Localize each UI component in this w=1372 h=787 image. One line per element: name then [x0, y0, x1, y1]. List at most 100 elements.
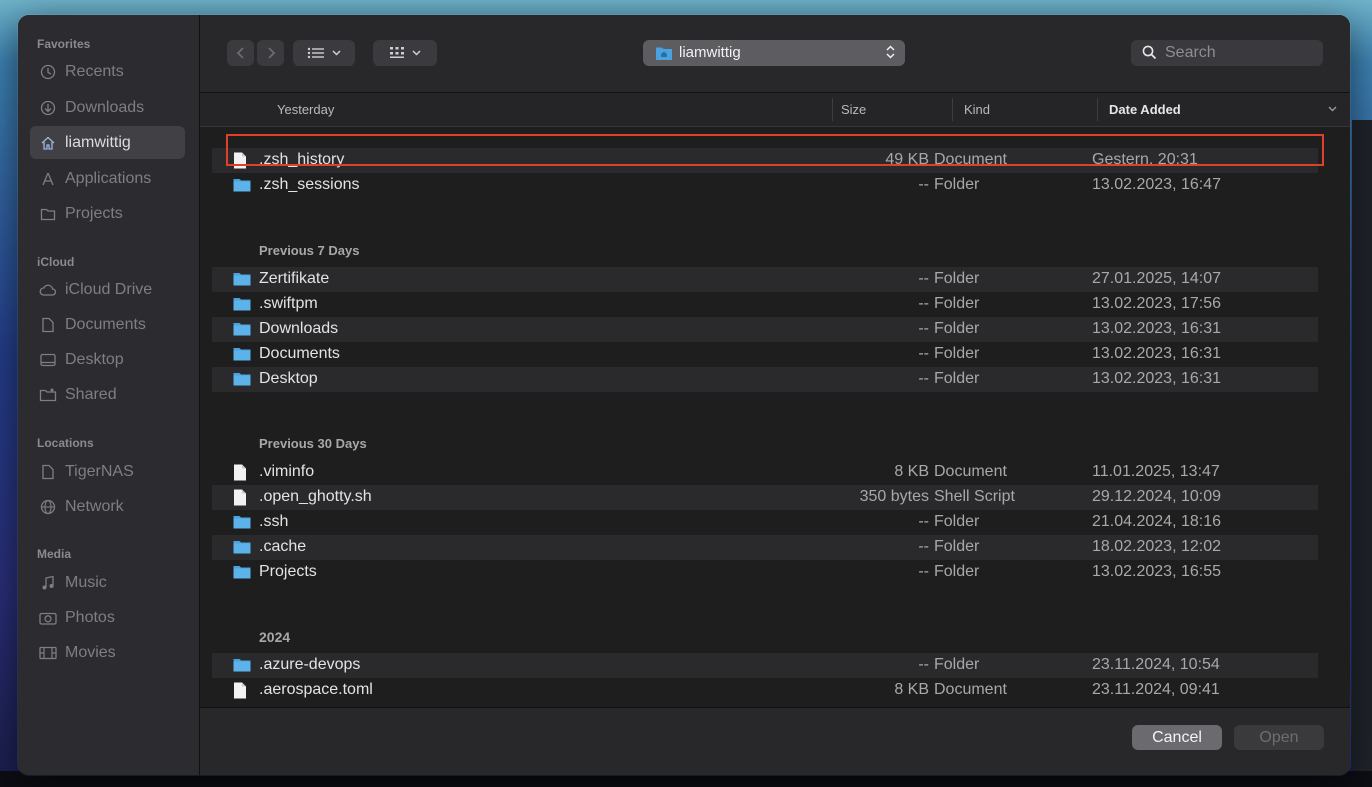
folder-icon: [233, 539, 251, 555]
file-kind: Folder: [934, 563, 980, 580]
file-name: .cache: [259, 538, 307, 555]
table-row[interactable]: .viminfo 8 KB Document 11.01.2025, 13:47: [212, 460, 1318, 485]
file-name: .swiftpm: [259, 295, 318, 312]
chevron-down-icon: [412, 50, 421, 56]
music-icon: [39, 574, 57, 592]
file-kind: Folder: [934, 370, 980, 387]
file-kind: Folder: [934, 656, 980, 673]
location-popup[interactable]: liamwittig: [643, 40, 905, 66]
sidebar-item-label: Recents: [65, 62, 124, 80]
section-title-media: Media: [37, 547, 72, 561]
home-icon: [39, 134, 57, 152]
folder-icon: [233, 371, 251, 387]
sidebar-item-label: Documents: [65, 315, 146, 333]
group-view-button[interactable]: [373, 40, 437, 66]
table-row[interactable]: Projects -- Folder 13.02.2023, 16:55: [212, 560, 1318, 585]
sidebar-item-label: Applications: [65, 169, 152, 187]
file-kind: Document: [934, 681, 1007, 698]
column-header: Yesterday Size Kind Date Added: [200, 93, 1350, 127]
file-size: --: [918, 370, 929, 387]
sidebar-item-network[interactable]: Network: [30, 490, 185, 523]
table-row[interactable]: .cache -- Folder 18.02.2023, 12:02: [212, 535, 1318, 560]
table-row[interactable]: Zertifikate -- Folder 27.01.2025, 14:07: [212, 267, 1318, 292]
table-row[interactable]: .swiftpm -- Folder 13.02.2023, 17:56: [212, 292, 1318, 317]
sidebar-item-applications[interactable]: Applications: [30, 162, 185, 195]
sidebar-item-label: iCloud Drive: [65, 280, 153, 298]
open-button[interactable]: Open: [1234, 725, 1324, 750]
file-kind: Document: [934, 463, 1007, 480]
sidebar-item-liamwittig[interactable]: liamwittig: [30, 126, 185, 159]
folder-icon: [233, 514, 251, 530]
camera-icon: [39, 609, 57, 627]
list-view-button[interactable]: [293, 40, 355, 66]
column-header-size[interactable]: Size: [841, 102, 866, 117]
table-row[interactable]: Documents -- Folder 13.02.2023, 16:31: [212, 342, 1318, 367]
sidebar-item-documents[interactable]: Documents: [30, 308, 185, 341]
sort-chevron-down-icon[interactable]: [1328, 106, 1337, 112]
table-row[interactable]: .azure-devops -- Folder 23.11.2024, 10:54: [212, 653, 1318, 678]
sidebar-item-icloud-drive[interactable]: iCloud Drive: [30, 273, 185, 306]
search-input[interactable]: Search: [1165, 44, 1216, 62]
chevron-down-icon: [332, 50, 341, 56]
forward-button[interactable]: [257, 40, 284, 66]
column-header-kind[interactable]: Kind: [964, 102, 990, 117]
sidebar-item-label: Network: [65, 497, 124, 515]
cancel-button[interactable]: Cancel: [1132, 725, 1222, 750]
sidebar-item-downloads[interactable]: Downloads: [30, 91, 185, 124]
selection-highlight-box: [226, 134, 1324, 166]
table-row[interactable]: .zsh_sessions -- Folder 13.02.2023, 16:47: [212, 173, 1318, 198]
group-header-previous-7-days: Previous 7 Days: [259, 243, 360, 258]
file-date-added: 13.02.2023, 16:55: [1092, 563, 1222, 580]
globe-icon: [39, 498, 57, 516]
sidebar-item-music[interactable]: Music: [30, 566, 185, 599]
list-view-icon: [307, 47, 325, 59]
chevron-right-icon: [266, 47, 276, 59]
sidebar-item-movies[interactable]: Movies: [30, 636, 185, 669]
table-row[interactable]: Desktop -- Folder 13.02.2023, 16:31: [212, 367, 1318, 392]
back-button[interactable]: [227, 40, 254, 66]
column-divider[interactable]: [1097, 98, 1098, 121]
sidebar-item-photos[interactable]: Photos: [30, 601, 185, 634]
table-row[interactable]: .aerospace.toml 8 KB Document 23.11.2024, 0…: [212, 678, 1318, 703]
table-row[interactable]: Downloads -- Folder 13.02.2023, 16:31: [212, 317, 1318, 342]
sidebar-item-tigernas[interactable]: TigerNAS: [30, 455, 185, 488]
file-kind: Shell Script: [934, 488, 1015, 505]
open-file-dialog: Favorites Recents Downloads liamwittig A…: [18, 15, 1350, 775]
sidebar-item-label: Projects: [65, 204, 123, 222]
file-date-added: 13.02.2023, 17:56: [1092, 295, 1222, 312]
sidebar-item-label: Photos: [65, 608, 115, 626]
column-header-date-added[interactable]: Date Added: [1109, 102, 1181, 117]
document-icon: [233, 489, 251, 506]
file-size: --: [918, 538, 929, 555]
folder-icon: [233, 321, 251, 337]
sidebar-item-shared[interactable]: Shared: [30, 378, 185, 411]
sidebar-item-desktop[interactable]: Desktop: [30, 343, 185, 376]
file-size: --: [918, 320, 929, 337]
file-name: Desktop: [259, 370, 318, 387]
file-name: .aerospace.toml: [259, 681, 373, 698]
file-date-added: 13.02.2023, 16:47: [1092, 176, 1222, 193]
file-kind: Folder: [934, 320, 980, 337]
group-header-2024: 2024: [259, 629, 291, 645]
search-field[interactable]: Search: [1131, 40, 1323, 66]
file-size: --: [918, 176, 929, 193]
background-window: [1352, 120, 1372, 780]
server-icon: [39, 463, 57, 481]
file-date-added: 23.11.2024, 10:54: [1092, 656, 1220, 673]
chevron-left-icon: [236, 47, 246, 59]
table-row[interactable]: .open_ghotty.sh 350 bytes Shell Script 29.1…: [212, 485, 1318, 510]
document-icon: [39, 316, 57, 334]
table-row[interactable]: .ssh -- Folder 21.04.2024, 18:16: [212, 510, 1318, 535]
sidebar-item-label: Movies: [65, 643, 116, 661]
document-icon: [233, 682, 251, 699]
column-divider[interactable]: [832, 98, 833, 121]
grid-icon: [389, 46, 405, 60]
column-divider[interactable]: [952, 98, 953, 121]
file-kind: Folder: [934, 176, 980, 193]
applications-icon: [39, 170, 57, 188]
sidebar-item-projects[interactable]: Projects: [30, 197, 185, 230]
column-header-name[interactable]: Yesterday: [277, 102, 334, 117]
sidebar-item-recents[interactable]: Recents: [30, 55, 185, 88]
sidebar-item-label: liamwittig: [65, 133, 131, 151]
file-browser: liamwittig Search Yesterday Size Kind Da…: [200, 15, 1350, 775]
